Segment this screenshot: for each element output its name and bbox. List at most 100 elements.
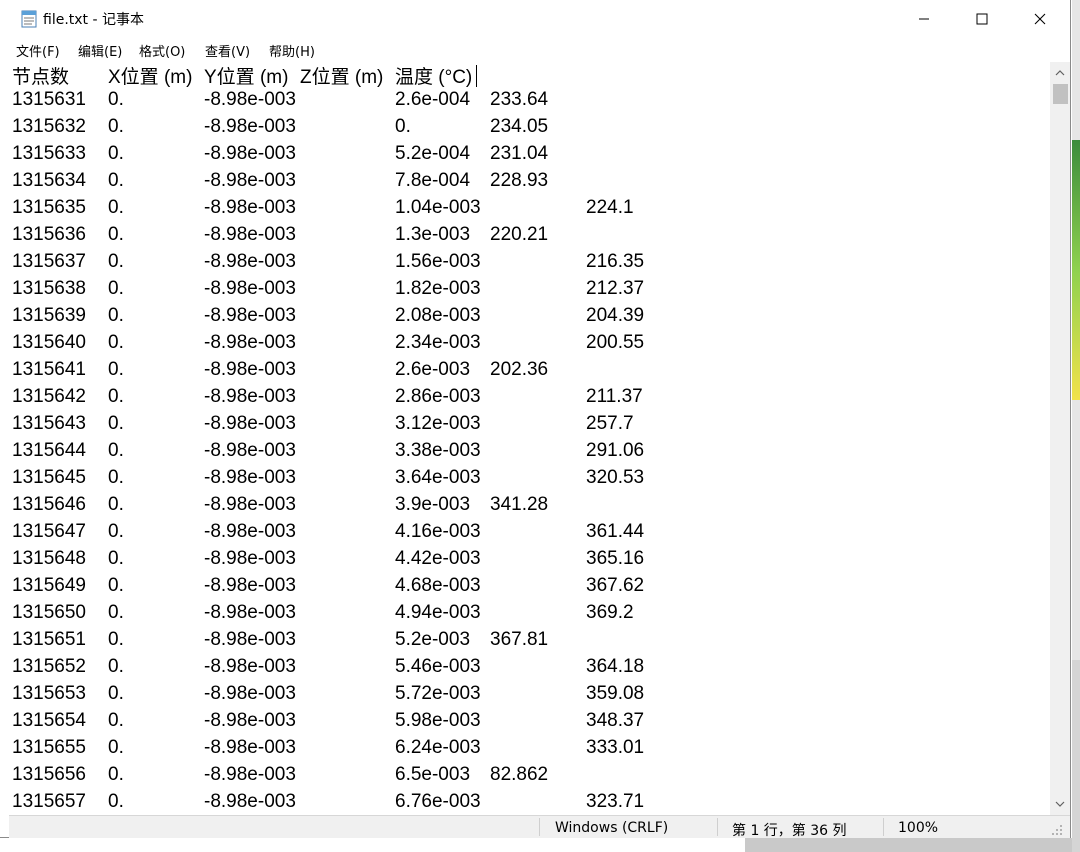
scroll-up-arrow-icon[interactable]	[1050, 64, 1070, 82]
node-id-cell: 1315654	[12, 710, 86, 731]
z-position-cell: 1.56e-003	[395, 251, 481, 272]
menu-format[interactable]: 格式(O)	[139, 41, 185, 60]
node-id-cell: 1315647	[12, 521, 86, 542]
temperature-cell: 367.81	[490, 629, 549, 650]
scrollbar-thumb[interactable]	[1053, 84, 1068, 104]
x-position-cell: 0.	[108, 602, 124, 623]
node-id-cell: 1315656	[12, 764, 86, 785]
x-position-cell: 0.	[108, 386, 124, 407]
vertical-scrollbar[interactable]	[1050, 62, 1070, 815]
notepad-window: file.txt - 记事本 文件(F) 编辑(E) 格式(O) 查看(V) 帮…	[0, 0, 1071, 839]
y-position-cell: -8.98e-003	[204, 683, 296, 704]
y-position-cell: -8.98e-003	[204, 737, 296, 758]
x-position-cell: 0.	[108, 440, 124, 461]
z-position-cell: 5.2e-004	[395, 143, 471, 164]
temperature-cell: 220.21	[490, 224, 549, 245]
maximize-button[interactable]	[953, 0, 1011, 38]
x-position-cell: 0.	[108, 683, 124, 704]
z-position-cell: 6.5e-003	[395, 764, 471, 785]
x-position-cell: 0.	[108, 764, 124, 785]
temperature-cell: 234.05	[490, 116, 549, 137]
node-id-cell: 1315637	[12, 251, 86, 272]
node-id-cell: 1315648	[12, 548, 86, 569]
scroll-down-arrow-icon[interactable]	[1050, 795, 1070, 813]
title-bar[interactable]: file.txt - 记事本	[0, 0, 1070, 38]
node-id-cell: 1315641	[12, 359, 86, 380]
z-position-cell: 6.24e-003	[395, 737, 481, 758]
z-position-cell: 5.98e-003	[395, 710, 481, 731]
y-position-cell: -8.98e-003	[204, 467, 296, 488]
y-position-cell: -8.98e-003	[204, 440, 296, 461]
node-id-cell: 1315645	[12, 467, 86, 488]
node-id-cell: 1315639	[12, 305, 86, 326]
z-position-cell: 4.68e-003	[395, 575, 481, 596]
temperature-cell: 233.64	[490, 89, 549, 110]
window-title: file.txt - 记事本	[43, 12, 144, 28]
temperature-cell: 365.16	[586, 548, 645, 569]
y-position-cell: -8.98e-003	[204, 575, 296, 596]
temperature-cell: 224.1	[586, 197, 634, 218]
menu-file[interactable]: 文件(F)	[16, 41, 60, 60]
node-id-cell: 1315636	[12, 224, 86, 245]
y-position-cell: -8.98e-003	[204, 386, 296, 407]
menu-view[interactable]: 查看(V)	[205, 41, 250, 60]
node-id-cell: 1315632	[12, 116, 86, 137]
z-position-cell: 3.12e-003	[395, 413, 481, 434]
y-position-cell: -8.98e-003	[204, 548, 296, 569]
node-id-cell: 1315646	[12, 494, 86, 515]
desktop-wallpaper-strip	[1072, 140, 1080, 400]
temperature-cell: 361.44	[586, 521, 645, 542]
node-id-cell: 1315655	[12, 737, 86, 758]
x-position-cell: 0.	[108, 278, 124, 299]
status-line-ending: Windows (CRLF)	[555, 820, 669, 836]
y-position-cell: -8.98e-003	[204, 251, 296, 272]
y-position-cell: -8.98e-003	[204, 602, 296, 623]
node-id-cell: 1315652	[12, 656, 86, 677]
z-position-cell: 5.46e-003	[395, 656, 481, 677]
x-position-cell: 0.	[108, 197, 124, 218]
close-button[interactable]	[1011, 0, 1069, 38]
text-caret	[476, 65, 477, 87]
x-position-cell: 0.	[108, 413, 124, 434]
resize-grip-icon[interactable]	[1049, 822, 1063, 836]
x-position-cell: 0.	[108, 710, 124, 731]
z-position-cell: 5.2e-003	[395, 629, 471, 650]
minimize-button[interactable]	[895, 0, 953, 38]
menu-edit[interactable]: 编辑(E)	[78, 41, 122, 60]
z-position-cell: 5.72e-003	[395, 683, 481, 704]
x-position-cell: 0.	[108, 575, 124, 596]
z-position-cell: 4.42e-003	[395, 548, 481, 569]
temperature-cell: 364.18	[586, 656, 645, 677]
x-position-cell: 0.	[108, 521, 124, 542]
temperature-cell: 359.08	[586, 683, 645, 704]
text-editor-area[interactable]: 节点数 X位置 (m) Y位置 (m) Z位置 (m) 温度 (°C) 1315…	[9, 62, 1050, 815]
temperature-cell: 204.39	[586, 305, 645, 326]
y-position-cell: -8.98e-003	[204, 332, 296, 353]
header-z-position: Z位置 (m)	[300, 67, 384, 88]
y-position-cell: -8.98e-003	[204, 116, 296, 137]
z-position-cell: 3.64e-003	[395, 467, 481, 488]
node-id-cell: 1315640	[12, 332, 86, 353]
node-id-cell: 1315644	[12, 440, 86, 461]
x-position-cell: 0.	[108, 224, 124, 245]
temperature-cell: 216.35	[586, 251, 645, 272]
z-position-cell: 3.38e-003	[395, 440, 481, 461]
x-position-cell: 0.	[108, 656, 124, 677]
node-id-cell: 1315634	[12, 170, 86, 191]
y-position-cell: -8.98e-003	[204, 170, 296, 191]
notepad-icon	[21, 10, 37, 28]
menu-help[interactable]: 帮助(H)	[269, 41, 315, 60]
x-position-cell: 0.	[108, 494, 124, 515]
z-position-cell: 4.16e-003	[395, 521, 481, 542]
node-id-cell: 1315653	[12, 683, 86, 704]
y-position-cell: -8.98e-003	[204, 89, 296, 110]
temperature-cell: 367.62	[586, 575, 645, 596]
z-position-cell: 2.34e-003	[395, 332, 481, 353]
y-position-cell: -8.98e-003	[204, 494, 296, 515]
z-position-cell: 1.04e-003	[395, 197, 481, 218]
desktop-window-edge	[1072, 660, 1080, 852]
x-position-cell: 0.	[108, 332, 124, 353]
node-id-cell: 1315643	[12, 413, 86, 434]
x-position-cell: 0.	[108, 737, 124, 758]
y-position-cell: -8.98e-003	[204, 629, 296, 650]
